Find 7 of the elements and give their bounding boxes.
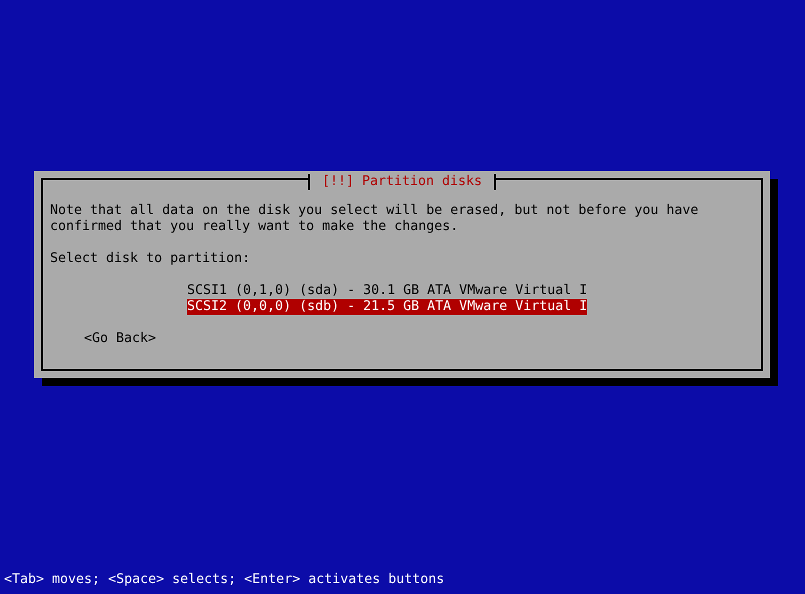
warning-message: Note that all data on the disk you select will be erased, but not before you have confirmed that you really want to make the changes.	[50, 203, 700, 235]
keyboard-help-text: <Tab> moves; <Space> selects; <Enter> activates buttons	[3, 572, 446, 588]
prompt-text: Select disk to partition:	[50, 251, 252, 267]
go-back-button[interactable]: <Go Back>	[84, 331, 156, 347]
disk-option[interactable]: SCSI1 (0,1,0) (sda) - 30.1 GB ATA VMware Virtual I	[187, 283, 588, 299]
dialog-title: [!!] Partition disks	[308, 174, 496, 190]
disk-option[interactable]: SCSI2 (0,0,0) (sdb) - 21.5 GB ATA VMware Virtual I	[187, 299, 588, 315]
